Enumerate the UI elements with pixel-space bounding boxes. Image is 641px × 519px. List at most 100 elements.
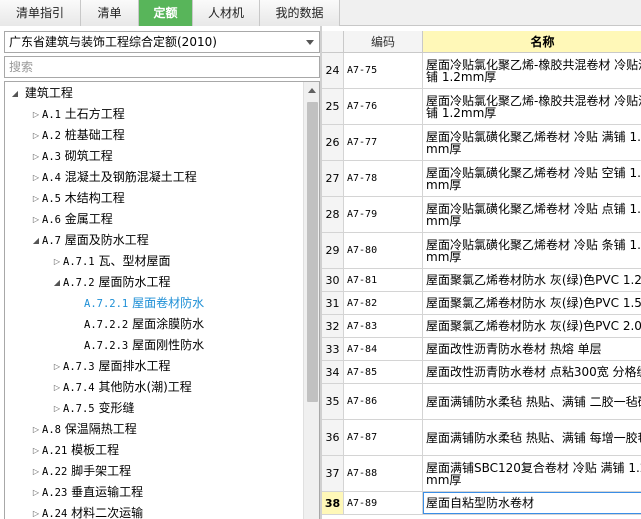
tree-item[interactable]: ▷ A.6 金属工程 — [30, 209, 113, 230]
tab-labor-material-machine[interactable]: 人材机 — [193, 0, 260, 26]
table-row[interactable]: 31 A7-82 屋面聚氯乙烯卷材防水 灰(绿)色PVC 1.5 — [322, 292, 641, 315]
tree-item[interactable]: ▷ A.7.5 变形缝 — [51, 398, 135, 419]
collapsed-triangle-icon[interactable]: ▷ — [30, 188, 42, 209]
tree-item[interactable]: ▷ A.3 砌筑工程 — [30, 146, 113, 167]
expanded-triangle-icon[interactable]: ◢ — [9, 83, 21, 104]
scroll-up-icon[interactable] — [304, 82, 319, 99]
tab-bill-guide[interactable]: 清单指引 — [0, 0, 81, 26]
quota-name-cell[interactable]: 屋面改性沥青防水卷材 点粘300宽 分格缝 — [423, 361, 641, 383]
tree-item[interactable]: ▷ A.24 材料二次运输 — [30, 503, 143, 519]
quota-library-select[interactable]: 广东省建筑与装饰工程综合定额(2010) — [4, 31, 320, 53]
quota-code-cell[interactable]: A7-86 — [344, 384, 423, 419]
column-header-code[interactable]: 编码 — [344, 31, 423, 53]
row-number[interactable]: 34 — [322, 361, 344, 383]
collapsed-triangle-icon[interactable]: ▷ — [51, 377, 63, 398]
row-number[interactable]: 38 — [322, 492, 344, 514]
row-number[interactable]: 35 — [322, 384, 344, 419]
quota-code-cell[interactable]: A7-77 — [344, 125, 423, 160]
tree-item[interactable]: ▷ A.23 垂直运输工程 — [30, 482, 143, 503]
quota-name-cell[interactable]: 屋面冷贴氯磺化聚乙烯卷材 冷贴 空铺 1.2mm厚 — [423, 161, 641, 196]
tree-item[interactable]: A.7.2.2 屋面涂膜防水 — [72, 314, 204, 335]
column-header-name[interactable]: 名称 — [423, 31, 641, 53]
quota-name-cell[interactable]: 屋面冷贴氯磺化聚乙烯卷材 冷贴 点铺 1.2mm厚 — [423, 197, 641, 232]
table-row[interactable]: 24 A7-75 屋面冷贴氯化聚乙烯-橡胶共混卷材 冷贴满铺 1.2mm厚 — [322, 53, 641, 89]
quota-code-cell[interactable]: A7-83 — [344, 315, 423, 337]
tree-item[interactable]: ▷ A.7.3 屋面排水工程 — [51, 356, 171, 377]
tree-item[interactable]: A.7.2.3 屋面刚性防水 — [72, 335, 204, 356]
row-number[interactable]: 30 — [322, 269, 344, 291]
quota-name-cell[interactable]: 屋面满铺防水柔毡 热贴、满铺 二胶一毡砂 — [423, 384, 641, 419]
collapsed-triangle-icon[interactable]: ▷ — [30, 104, 42, 125]
quota-code-cell[interactable]: A7-89 — [344, 492, 423, 514]
table-row[interactable]: 34 A7-85 屋面改性沥青防水卷材 点粘300宽 分格缝 — [322, 361, 641, 384]
collapsed-triangle-icon[interactable]: ▷ — [51, 398, 63, 419]
table-row[interactable]: 29 A7-80 屋面冷贴氯磺化聚乙烯卷材 冷贴 条铺 1.2mm厚 — [322, 233, 641, 269]
collapsed-triangle-icon[interactable]: ▷ — [30, 125, 42, 146]
expanded-triangle-icon[interactable]: ◢ — [30, 230, 42, 251]
tree-item[interactable]: ▷ A.1 土石方工程 — [30, 104, 125, 125]
table-row[interactable]: 30 A7-81 屋面聚氯乙烯卷材防水 灰(绿)色PVC 1.2 — [322, 269, 641, 292]
collapsed-triangle-icon[interactable]: ▷ — [30, 461, 42, 482]
quota-code-cell[interactable]: A7-82 — [344, 292, 423, 314]
tree-item[interactable]: A.7.2.1 屋面卷材防水 — [72, 293, 204, 314]
collapsed-triangle-icon[interactable]: ▷ — [30, 167, 42, 188]
table-row[interactable]: 26 A7-77 屋面冷贴氯磺化聚乙烯卷材 冷贴 满铺 1.2mm厚 — [322, 125, 641, 161]
table-row[interactable]: 25 A7-76 屋面冷贴氯化聚乙烯-橡胶共混卷材 冷贴满铺 1.2mm厚 — [322, 89, 641, 125]
tree-item[interactable]: ▷ A.21 模板工程 — [30, 440, 119, 461]
tree-item[interactable]: ▷ A.7.1 瓦、型材屋面 — [51, 251, 171, 272]
table-row[interactable]: 28 A7-79 屋面冷贴氯磺化聚乙烯卷材 冷贴 点铺 1.2mm厚 — [322, 197, 641, 233]
row-number[interactable]: 27 — [322, 161, 344, 196]
table-row[interactable]: 35 A7-86 屋面满铺防水柔毡 热贴、满铺 二胶一毡砂 — [322, 384, 641, 420]
tree-item[interactable]: ◢ A.7 屋面及防水工程 — [30, 230, 149, 251]
quota-name-cell[interactable]: 屋面自粘型防水卷材 — [423, 492, 641, 514]
tree-item[interactable]: ▷ A.4 混凝土及钢筋混凝土工程 — [30, 167, 197, 188]
table-row[interactable]: 36 A7-87 屋面满铺防水柔毡 热贴、满铺 每增一胶毡 — [322, 420, 641, 456]
tree-item[interactable]: ◢ A.7.2 屋面防水工程 — [51, 272, 171, 293]
quota-code-cell[interactable]: A7-88 — [344, 456, 423, 491]
row-number[interactable]: 36 — [322, 420, 344, 455]
quota-name-cell[interactable]: 屋面冷贴氯化聚乙烯-橡胶共混卷材 冷贴满铺 1.2mm厚 — [423, 53, 641, 88]
quota-code-cell[interactable]: A7-87 — [344, 420, 423, 455]
row-number[interactable]: 24 — [322, 53, 344, 88]
quota-name-cell[interactable]: 屋面聚氯乙烯卷材防水 灰(绿)色PVC 1.5 — [423, 292, 641, 314]
table-row[interactable]: 37 A7-88 屋面满铺SBC120复合卷材 冷贴 满铺 1.2mm厚 — [322, 456, 641, 492]
collapsed-triangle-icon[interactable]: ▷ — [30, 503, 42, 519]
quota-name-cell[interactable]: 屋面冷贴氯磺化聚乙烯卷材 冷贴 满铺 1.2mm厚 — [423, 125, 641, 160]
quota-code-cell[interactable]: A7-81 — [344, 269, 423, 291]
row-number[interactable]: 31 — [322, 292, 344, 314]
collapsed-triangle-icon[interactable]: ▷ — [30, 209, 42, 230]
tree-item[interactable]: ▷ A.8 保温隔热工程 — [30, 419, 137, 440]
row-number[interactable]: 28 — [322, 197, 344, 232]
tab-quota[interactable]: 定额 — [139, 0, 193, 26]
quota-name-cell[interactable]: 屋面满铺防水柔毡 热贴、满铺 每增一胶毡 — [423, 420, 641, 455]
collapsed-triangle-icon[interactable]: ▷ — [30, 419, 42, 440]
quota-code-cell[interactable]: A7-76 — [344, 89, 423, 124]
row-number[interactable]: 33 — [322, 338, 344, 360]
table-row[interactable]: 38 A7-89 屋面自粘型防水卷材 — [322, 492, 641, 515]
quota-name-cell[interactable]: 屋面改性沥青防水卷材 热熔 单层 — [423, 338, 641, 360]
collapsed-triangle-icon[interactable]: ▷ — [30, 482, 42, 503]
quota-name-cell[interactable]: 屋面聚氯乙烯卷材防水 灰(绿)色PVC 2.0 — [423, 315, 641, 337]
tree-item[interactable]: ▷ A.5 木结构工程 — [30, 188, 125, 209]
row-number[interactable]: 26 — [322, 125, 344, 160]
search-input[interactable] — [4, 56, 320, 78]
collapsed-triangle-icon[interactable]: ▷ — [51, 251, 63, 272]
quota-name-cell[interactable]: 屋面冷贴氯磺化聚乙烯卷材 冷贴 条铺 1.2mm厚 — [423, 233, 641, 268]
tree-item[interactable]: ▷ A.22 脚手架工程 — [30, 461, 131, 482]
expanded-triangle-icon[interactable]: ◢ — [51, 272, 63, 293]
tree-item[interactable]: ▷ A.7.4 其他防水(潮)工程 — [51, 377, 192, 398]
quota-name-cell[interactable]: 屋面冷贴氯化聚乙烯-橡胶共混卷材 冷贴满铺 1.2mm厚 — [423, 89, 641, 124]
tab-my-data[interactable]: 我的数据 — [260, 0, 340, 26]
quota-code-cell[interactable]: A7-80 — [344, 233, 423, 268]
quota-code-cell[interactable]: A7-79 — [344, 197, 423, 232]
collapsed-triangle-icon[interactable]: ▷ — [30, 440, 42, 461]
collapsed-triangle-icon[interactable]: ▷ — [51, 356, 63, 377]
quota-code-cell[interactable]: A7-85 — [344, 361, 423, 383]
row-number[interactable]: 37 — [322, 456, 344, 491]
row-number[interactable]: 32 — [322, 315, 344, 337]
quota-name-cell[interactable]: 屋面聚氯乙烯卷材防水 灰(绿)色PVC 1.2 — [423, 269, 641, 291]
quota-code-cell[interactable]: A7-84 — [344, 338, 423, 360]
quota-code-cell[interactable]: A7-75 — [344, 53, 423, 88]
scrollbar-thumb[interactable] — [307, 102, 318, 402]
row-number[interactable]: 29 — [322, 233, 344, 268]
